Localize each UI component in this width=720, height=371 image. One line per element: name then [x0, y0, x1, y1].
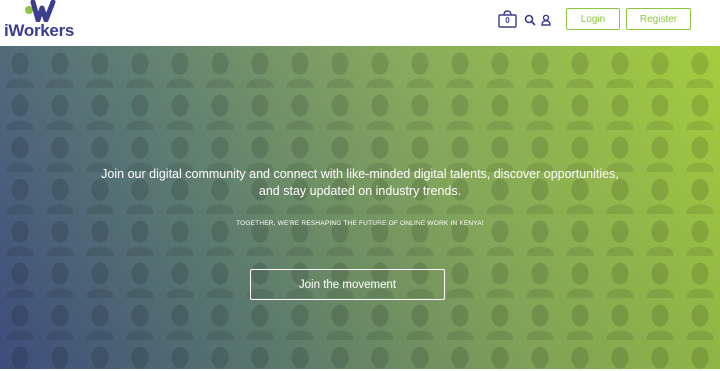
hero-subheadline: TOGETHER, WE'RE RESHAPING THE FUTURE OF …	[236, 220, 484, 227]
logo-text: iWorkers	[4, 21, 75, 40]
site-header: iWorkers 0 Login Register	[0, 0, 720, 46]
hero-overlay	[0, 46, 720, 369]
user-icon	[541, 14, 551, 26]
join-movement-button[interactable]: Join the movement	[250, 269, 445, 300]
login-button[interactable]: Login	[566, 8, 620, 30]
register-button[interactable]: Register	[626, 8, 691, 30]
search-button[interactable]	[524, 13, 536, 26]
hero-headline: Join our digital community and connect w…	[101, 167, 619, 198]
account-button[interactable]	[540, 13, 552, 26]
hero-banner	[0, 46, 720, 369]
cart-count: 0	[505, 16, 510, 25]
search-icon	[524, 14, 536, 26]
logo[interactable]: iWorkers	[4, 0, 84, 42]
cart-button[interactable]: 0	[498, 10, 517, 28]
iworkers-logo-mark-icon	[25, 0, 56, 22]
